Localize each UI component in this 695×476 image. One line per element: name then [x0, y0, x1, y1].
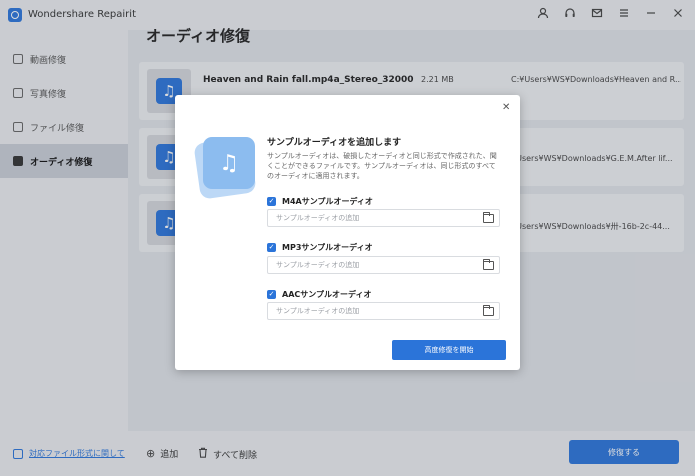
aac-sample-checkbox[interactable]: ✓ AACサンプルオーディオ	[267, 289, 371, 300]
aac-sample-field[interactable]	[267, 302, 500, 320]
mp3-sample-field[interactable]	[267, 256, 500, 274]
checkbox-checked-icon[interactable]: ✓	[267, 290, 276, 299]
option-label: MP3サンプルオーディオ	[282, 243, 373, 252]
m4a-sample-checkbox[interactable]: ✓ M4Aサンプルオーディオ	[267, 196, 373, 207]
sample-audio-dialog: ✕ ♫ サンプルオーディオを追加します サンプルオーディオは、破損したオーディオ…	[175, 95, 520, 370]
option-label: M4Aサンプルオーディオ	[282, 197, 373, 206]
folder-icon[interactable]	[483, 259, 494, 270]
dialog-heading: サンプルオーディオを追加します	[267, 138, 402, 148]
checkbox-checked-icon[interactable]: ✓	[267, 243, 276, 252]
app-window: Wondershare Repairit 動画修復 写真修復 ファイル修復 オー…	[0, 0, 695, 476]
dialog-description: サンプルオーディオは、破損したオーディオと同じ形式で作成された、聞くことができる…	[267, 152, 497, 180]
m4a-sample-field[interactable]	[267, 209, 500, 227]
m4a-sample-input[interactable]	[268, 210, 473, 226]
start-advanced-repair-button[interactable]: 高度修復を開始	[392, 340, 506, 360]
dialog-close-icon[interactable]: ✕	[502, 102, 510, 113]
mp3-sample-input[interactable]	[268, 257, 473, 273]
aac-sample-input[interactable]	[268, 303, 473, 319]
mp3-sample-checkbox[interactable]: ✓ MP3サンプルオーディオ	[267, 242, 373, 253]
folder-icon[interactable]	[483, 305, 494, 316]
folder-icon[interactable]	[483, 212, 494, 223]
music-note-illustration-icon: ♫	[203, 137, 255, 189]
checkbox-checked-icon[interactable]: ✓	[267, 197, 276, 206]
option-label: AACサンプルオーディオ	[282, 290, 372, 299]
